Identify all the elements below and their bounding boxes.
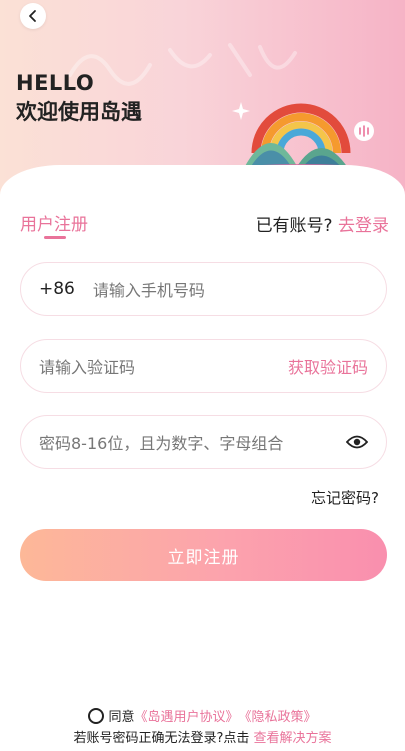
eye-icon[interactable] — [346, 434, 368, 450]
agree-label: 同意 — [108, 710, 135, 725]
get-code-button[interactable]: 获取验证码 — [288, 354, 368, 378]
phone-field[interactable]: +86 请输入手机号码 — [20, 262, 387, 316]
user-agreement-link[interactable]: 《岛遇用户协议》 — [134, 706, 238, 725]
sparkle-icon — [232, 102, 250, 120]
code-input[interactable]: 请输入验证码 — [39, 354, 288, 378]
code-field[interactable]: 请输入验证码 获取验证码 — [20, 339, 387, 393]
greeting: HELLO 欢迎使用岛遇 — [16, 70, 142, 128]
login-help-text: 若账号密码正确无法登录?点击 — [73, 731, 250, 746]
chat-bubble-icon — [354, 121, 374, 141]
login-help: 若账号密码正确无法登录?点击 查看解决方案 — [0, 727, 405, 746]
tab-register[interactable]: 用户注册 — [20, 210, 88, 235]
back-button[interactable] — [20, 3, 46, 29]
greeting-welcome: 欢迎使用岛遇 — [16, 100, 142, 124]
agreement-row: 同意 《岛遇用户协议》 《隐私政策》 — [0, 706, 405, 725]
register-button[interactable]: 立即注册 — [20, 529, 387, 581]
country-code[interactable]: +86 — [39, 279, 75, 299]
login-link[interactable]: 去登录 — [338, 216, 389, 236]
phone-input[interactable]: 请输入手机号码 — [93, 277, 368, 301]
chevron-left-icon — [29, 10, 36, 22]
privacy-policy-link[interactable]: 《隐私政策》 — [239, 706, 317, 725]
have-account-label: 已有账号? — [255, 216, 333, 236]
password-input[interactable]: 密码8-16位，且为数字、字母组合 — [39, 430, 346, 454]
forgot-password-link[interactable]: 忘记密码? — [311, 487, 379, 508]
radio-unchecked-icon[interactable] — [88, 707, 105, 724]
tab-active-indicator — [44, 236, 66, 239]
password-field[interactable]: 密码8-16位，且为数字、字母组合 — [20, 415, 387, 469]
login-prompt: 已有账号? 去登录 — [256, 211, 389, 236]
greeting-hello: HELLO — [16, 71, 95, 95]
view-solution-link[interactable]: 查看解决方案 — [254, 731, 332, 746]
